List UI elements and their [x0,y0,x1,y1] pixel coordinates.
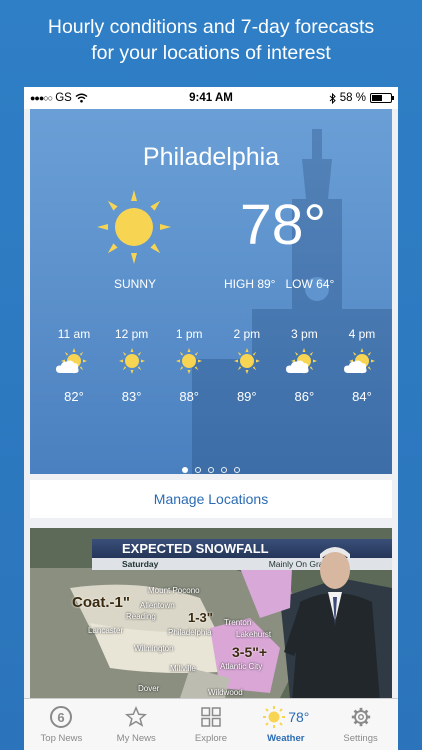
hour-time: 12 pm [114,327,149,341]
tab-my-news[interactable]: My News [99,699,174,750]
wifi-icon [75,93,88,103]
hourly-item: 2 pm 89° [223,327,271,404]
sun-icon [176,348,203,374]
hourly-item: 3 pm 86° [280,327,328,404]
presenter-figure [284,547,380,698]
page-dot[interactable] [195,467,201,473]
sun-icon [263,706,286,728]
map-place-label: Mount Pocono [148,586,200,595]
tab-label: Explore [194,733,228,744]
battery-icon [370,93,394,103]
partly-sunny-icon [56,348,87,374]
signal-icon: ●●●○○ [30,93,53,103]
carrier-name: GS [55,92,72,104]
hourly-item: 4 pm 84° [338,327,386,404]
map-place-label: Wilmington [134,644,174,653]
high-temperature: HIGH 89° [224,277,276,291]
map-place-label: Dover [138,684,160,693]
hourly-forecast[interactable]: 11 am 82° 12 pm 83° 1 pm 88° 2 pm 89° 3 pm [50,327,386,404]
city-name: Philadelphia [142,143,280,171]
page-dot[interactable] [182,467,188,473]
promo-headline: Hourly conditions and 7-day forecasts fo… [0,14,422,66]
map-place-label: Wildwood [208,688,243,697]
tab-weather-temp: 78° [288,709,310,725]
page-indicator[interactable] [30,467,392,473]
low-temperature: LOW 64° [285,277,335,291]
tab-settings[interactable]: Settings [323,699,398,750]
station-logo-icon: 6 [50,706,73,728]
battery-level [372,95,383,101]
hour-temperature: 84° [352,389,372,404]
map-place-label: Lancaster [88,626,124,635]
page-dot[interactable] [208,467,214,473]
star-icon [125,706,148,727]
hour-temperature: 88° [179,389,200,404]
map-place-label: Trenton [224,618,252,627]
partly-sunny-icon [343,348,375,374]
map-place-label: Reading [126,612,156,621]
grid-icon [201,707,221,727]
headline-line-2: for your locations of interest [91,42,331,64]
map-place-label: Atlantic City [220,662,263,671]
tab-label: Top News [40,733,83,744]
tab-bar: 6 Top News My News Explore 78° Weather S… [24,698,398,750]
map-place-label: Philadelphia [168,628,212,637]
hour-temperature: 82° [64,389,84,404]
map-place-label: Lakehurst [236,630,272,639]
tab-label: Weather [267,733,305,744]
hour-temperature: 83° [121,389,142,404]
hour-time: 3 pm [291,327,318,341]
hour-time: 2 pm [233,327,261,341]
snow-amount-label: 1-3" [188,610,213,625]
tab-weather[interactable]: 78° Weather [248,699,323,750]
hour-time: 1 pm [175,327,203,341]
hourly-item: 1 pm 88° [165,327,213,404]
tab-label: My News [116,733,156,744]
weather-video-thumbnail[interactable]: 6 EXPECTED SNOWFALL Saturday Mainly On G… [30,528,392,698]
hourly-item: 12 pm 83° [108,327,156,404]
headline-line-1: Hourly conditions and 7-day forecasts [47,16,375,38]
status-bar: ●●●○○ GS 9:41 AM 58 % [24,87,398,109]
snow-amount-label: Coat.-1" [72,594,130,611]
page-dot[interactable] [234,467,240,473]
gear-icon [351,707,370,727]
tab-label: Settings [343,733,378,744]
current-weather-card[interactable]: Philadelphia SUNNY 78° HIGH 89° LOW 64° … [30,109,392,474]
page-dot[interactable] [221,467,227,473]
map-place-label: Allentown [140,601,175,610]
manage-locations-button[interactable]: Manage Locations [30,480,392,518]
tab-explore[interactable]: Explore [174,699,249,750]
sun-icon [118,348,145,374]
high-low: HIGH 89° LOW 64° [224,277,334,291]
hour-time: 4 pm [348,327,376,341]
hour-time: 11 am [57,327,91,341]
hourly-item: 11 am 82° [50,327,98,404]
video-day: Saturday [122,559,159,569]
sun-icon [97,190,171,264]
hour-temperature: 89° [236,389,257,404]
hour-temperature: 86° [294,389,315,404]
current-temperature: 78° [240,193,327,257]
sun-icon [233,348,260,374]
tab-top-news[interactable]: 6 Top News [24,699,99,750]
partly-sunny-icon [286,348,318,374]
battery-percent: 58 % [339,92,366,104]
svg-text:6: 6 [58,710,65,725]
map-place-label: Millville [170,664,196,673]
bluetooth-icon [329,92,336,104]
condition-label: SUNNY [113,277,156,291]
phone-screen: ●●●○○ GS 9:41 AM 58 % Philadelphia SUNNY… [24,87,398,750]
snow-amount-label: 3-5"+ [232,644,268,660]
